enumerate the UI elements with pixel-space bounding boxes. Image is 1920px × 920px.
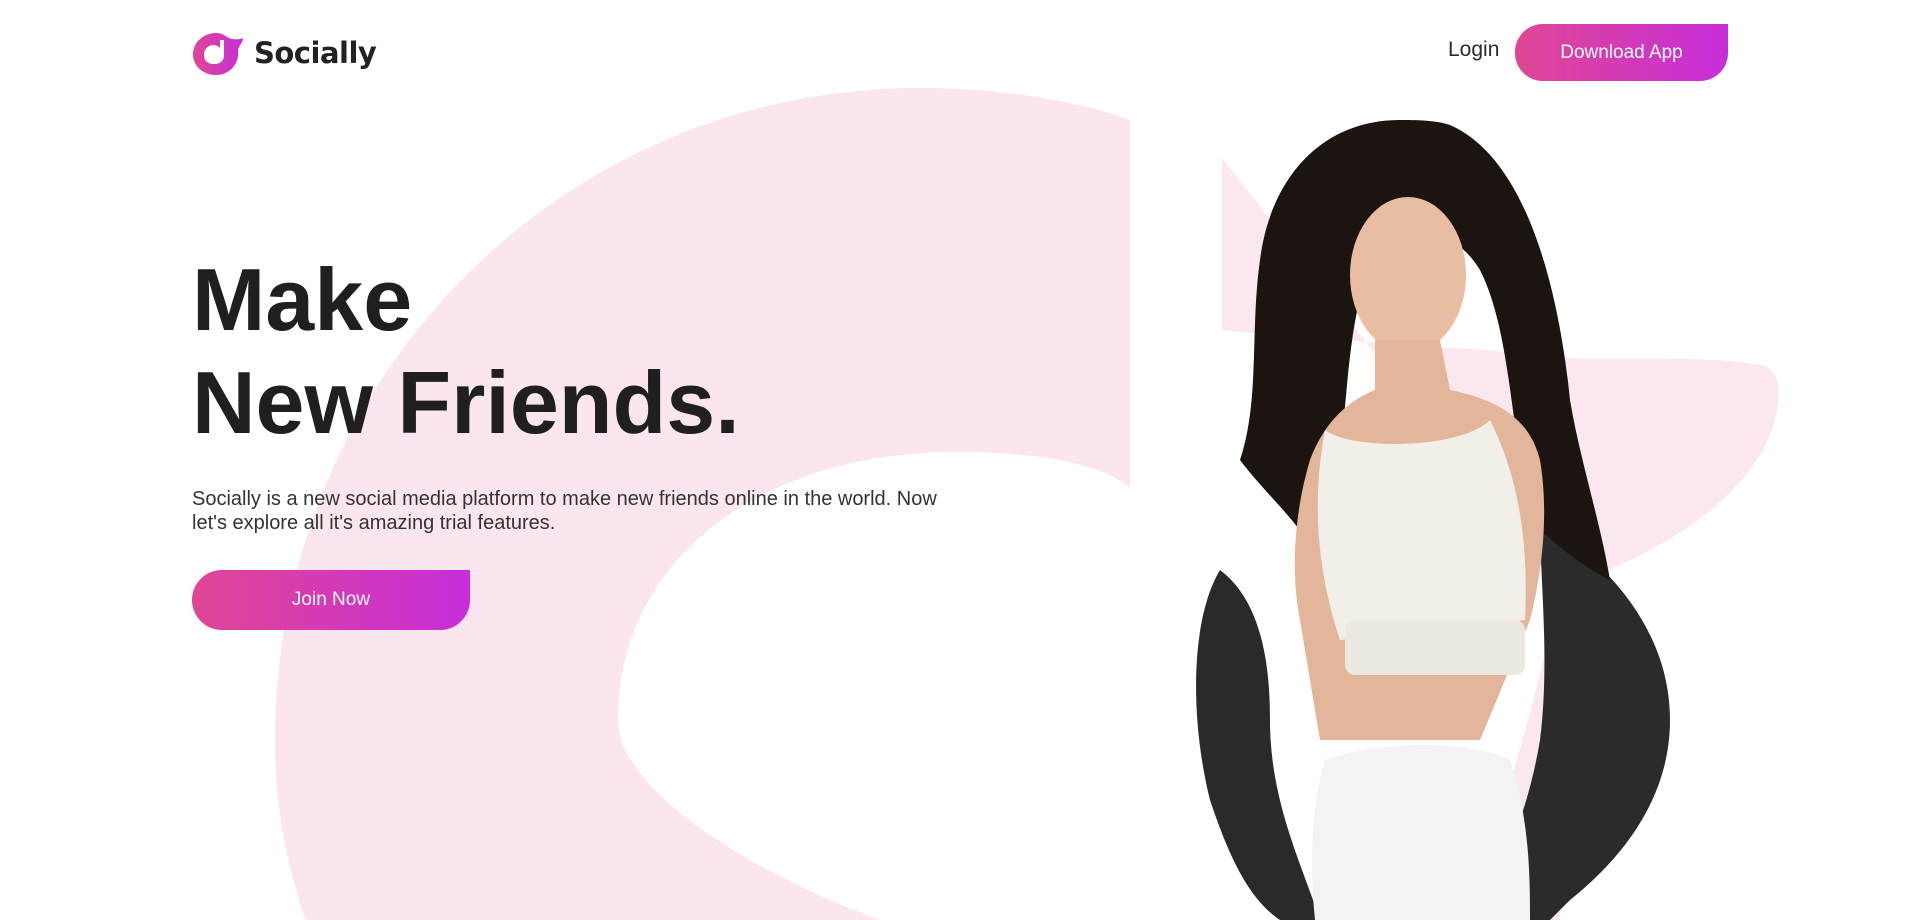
site-header: Socially Login Download App [0,0,1920,106]
hero-title-line-1: Make [192,250,413,349]
join-now-button[interactable]: Join Now [192,570,470,630]
login-link[interactable]: Login [1448,38,1499,62]
download-app-button[interactable]: Download App [1515,24,1728,81]
hero-photo [1196,120,1670,920]
hero-title: Make New Friends. [192,248,740,454]
top-lace-hem [1345,620,1525,675]
logo[interactable]: Socially [192,30,377,76]
top-shape [1317,420,1526,640]
jeans-shape [1312,745,1530,920]
logo-text: Socially [254,36,377,70]
socially-logo-icon [193,33,243,75]
face-shape [1350,197,1466,353]
hero-description: Socially is a new social media platform … [192,488,937,534]
landing-page: Socially Login Download App Make New Fri… [0,0,1920,920]
hero-title-line-2: New Friends. [192,353,740,452]
